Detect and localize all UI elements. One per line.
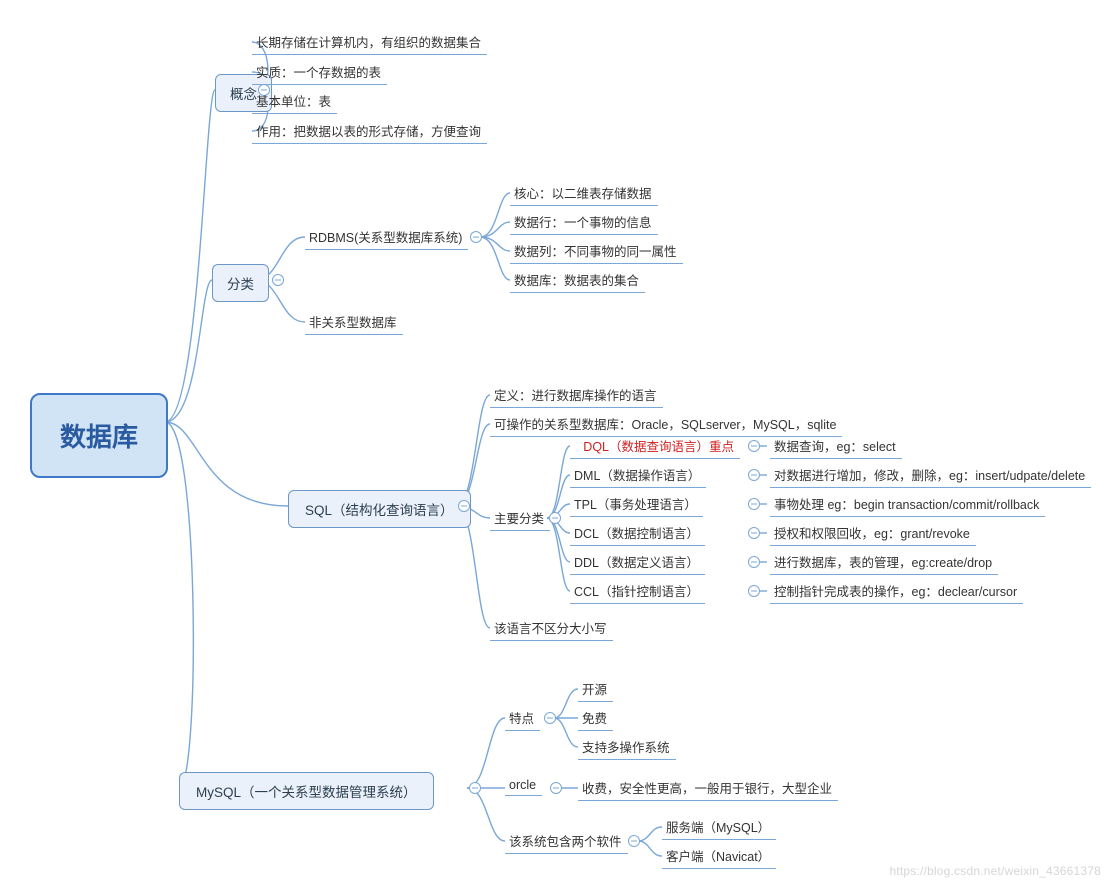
rdbms-leaf: 核心：以二维表存储数据 — [510, 181, 658, 206]
sql-dml-desc: 对数据进行增加，修改，删除，eg：insert/udpate/delete — [770, 463, 1091, 488]
mysql-software[interactable]: 该系统包含两个软件 — [505, 829, 628, 854]
toggle-icon[interactable] — [272, 274, 284, 286]
feature-item: 免费 — [578, 706, 613, 731]
sql-ddl-desc: 进行数据库，表的管理，eg:create/drop — [770, 550, 998, 575]
concept-leaf: 实质：一个存数据的表 — [252, 60, 387, 85]
toggle-icon[interactable] — [748, 556, 760, 568]
sql-ccl-desc: 控制指针完成表的操作，eg：declear/cursor — [770, 579, 1023, 604]
toggle-icon[interactable] — [544, 712, 556, 724]
software-item: 客户端（Navicat） — [662, 844, 776, 869]
nonrel-node: 非关系型数据库 — [305, 310, 403, 335]
oracle-desc: 收费，安全性更高，一般用于银行，大型企业 — [578, 776, 838, 801]
sql-dml[interactable]: DML（数据操作语言） — [570, 463, 706, 488]
rdbms-leaf: 数据行：一个事物的信息 — [510, 210, 658, 235]
feature-item: 支持多操作系统 — [578, 735, 676, 760]
concept-leaf: 作用：把数据以表的形式存储，方便查询 — [252, 119, 487, 144]
sql-dql-desc: 数据查询，eg：select — [770, 434, 902, 459]
branch-category[interactable]: 分类 — [212, 264, 269, 302]
toggle-icon[interactable] — [748, 527, 760, 539]
toggle-icon[interactable] — [458, 500, 470, 512]
sql-tpl[interactable]: TPL（事务处理语言） — [570, 492, 703, 517]
toggle-icon[interactable] — [748, 498, 760, 510]
root-node[interactable]: 数据库 — [30, 393, 168, 478]
toggle-icon[interactable] — [748, 585, 760, 597]
toggle-icon[interactable] — [748, 440, 760, 452]
toggle-icon[interactable] — [549, 512, 561, 524]
feature-item: 开源 — [578, 677, 613, 702]
sql-dcl-desc: 授权和权限回收，eg：grant/revoke — [770, 521, 976, 546]
sql-dql[interactable]: DQL（数据查询语言）重点 — [570, 434, 740, 459]
toggle-icon[interactable] — [469, 782, 481, 794]
concept-leaf: 长期存储在计算机内，有组织的数据集合 — [252, 30, 487, 55]
mysql-features[interactable]: 特点 — [505, 706, 540, 731]
sql-note: 该语言不区分大小写 — [490, 616, 613, 641]
toggle-icon[interactable] — [550, 782, 562, 794]
rdbms-node[interactable]: RDBMS(关系型数据库系统) — [305, 225, 468, 250]
toggle-icon[interactable] — [628, 835, 640, 847]
mysql-oracle[interactable]: orcle — [505, 776, 542, 796]
sql-ddl[interactable]: DDL（数据定义语言） — [570, 550, 705, 575]
sql-ccl[interactable]: CCL（指针控制语言） — [570, 579, 705, 604]
toggle-icon[interactable] — [748, 469, 760, 481]
rdbms-leaf: 数据列：不同事物的同一属性 — [510, 239, 683, 264]
watermark: https://blog.csdn.net/weixin_43661378 — [889, 864, 1101, 878]
branch-sql[interactable]: SQL（结构化查询语言） — [288, 490, 471, 528]
sql-main-label[interactable]: 主要分类 — [490, 506, 550, 531]
sql-dcl[interactable]: DCL（数据控制语言） — [570, 521, 705, 546]
rdbms-leaf: 数据库：数据表的集合 — [510, 268, 645, 293]
software-item: 服务端（MySQL） — [662, 815, 776, 840]
toggle-icon[interactable] — [470, 231, 482, 243]
sql-tpl-desc: 事物处理 eg：begin transaction/commit/rollbac… — [770, 492, 1045, 517]
concept-leaf: 基本单位：表 — [252, 89, 337, 114]
branch-mysql[interactable]: MySQL（一个关系型数据管理系统） — [179, 772, 434, 810]
sql-def: 定义：进行数据库操作的语言 — [490, 383, 663, 408]
